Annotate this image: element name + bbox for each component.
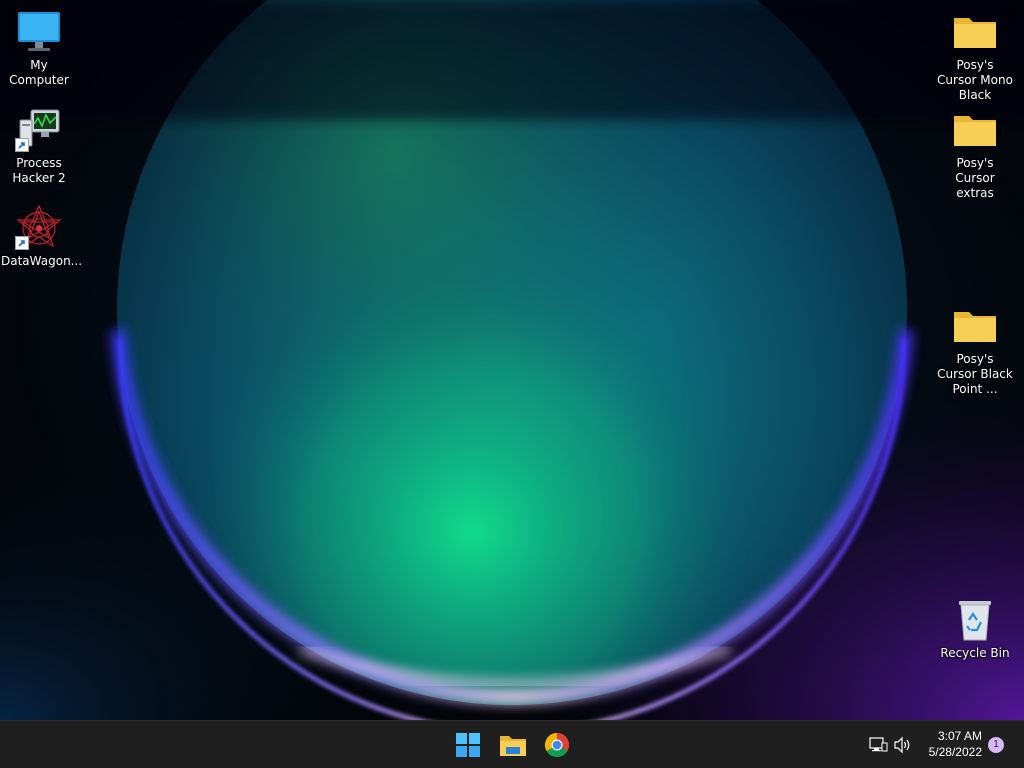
volume-icon: [894, 736, 910, 754]
folder-icon: [951, 302, 999, 350]
monitor-icon: [15, 8, 63, 56]
desktop-icon-my-computer[interactable]: My Computer: [0, 8, 78, 88]
notification-badge[interactable]: 1: [988, 737, 1004, 753]
datawagon-icon: [15, 204, 63, 252]
desktop-icon-label: Posy's Cursor Black Point ...: [937, 352, 1013, 396]
desktop-icon-label: DataWagon...: [1, 254, 83, 268]
file-explorer-icon: [500, 736, 526, 756]
clock[interactable]: 3:07 AM 5/28/2022: [929, 728, 982, 760]
volume-button[interactable]: [892, 735, 912, 755]
desktop-icon-label: Process Hacker 2: [12, 156, 66, 185]
desktop-icon-label: Posy's Cursor extras: [955, 156, 995, 200]
start-button[interactable]: [452, 729, 484, 761]
clock-time: 3:07 AM: [937, 729, 982, 743]
desktop-icon-label: Recycle Bin: [940, 646, 1010, 660]
desktop-icon-process-hacker[interactable]: Process Hacker 2: [0, 106, 78, 186]
folder-icon: [951, 8, 999, 56]
network-icon: [869, 737, 888, 752]
recycle-bin-icon: [951, 596, 999, 644]
desktop-icon-recycle-bin[interactable]: Recycle Bin: [936, 596, 1014, 661]
folder-icon: [951, 106, 999, 154]
desktop-icon-datawagon[interactable]: DataWagon...: [0, 204, 83, 269]
clock-date: 5/28/2022: [928, 745, 982, 759]
process-hacker-icon: [15, 106, 63, 154]
taskbar: 3:07 AM 5/28/2022 1: [0, 720, 1024, 768]
desktop-icon-posy-black-point[interactable]: Posy's Cursor Black Point ...: [936, 302, 1014, 397]
shortcut-arrow-icon: [15, 236, 29, 250]
shortcut-arrow-icon: [15, 138, 29, 152]
desktop-icon-posy-mono-black[interactable]: Posy's Cursor Mono Black: [936, 8, 1014, 103]
wallpaper: [0, 0, 1024, 720]
desktop[interactable]: My Computer Process Hacker 2 DataWagon..…: [0, 0, 1024, 720]
windows-logo-icon: [456, 733, 480, 757]
chrome-icon: [544, 733, 570, 758]
chrome-button[interactable]: [541, 729, 573, 761]
network-button[interactable]: [868, 735, 888, 755]
file-explorer-button[interactable]: [497, 729, 529, 761]
desktop-icon-label: Posy's Cursor Mono Black: [937, 58, 1013, 102]
desktop-icon-posy-extras[interactable]: Posy's Cursor extras: [936, 106, 1014, 201]
desktop-icon-label: My Computer: [9, 58, 69, 87]
